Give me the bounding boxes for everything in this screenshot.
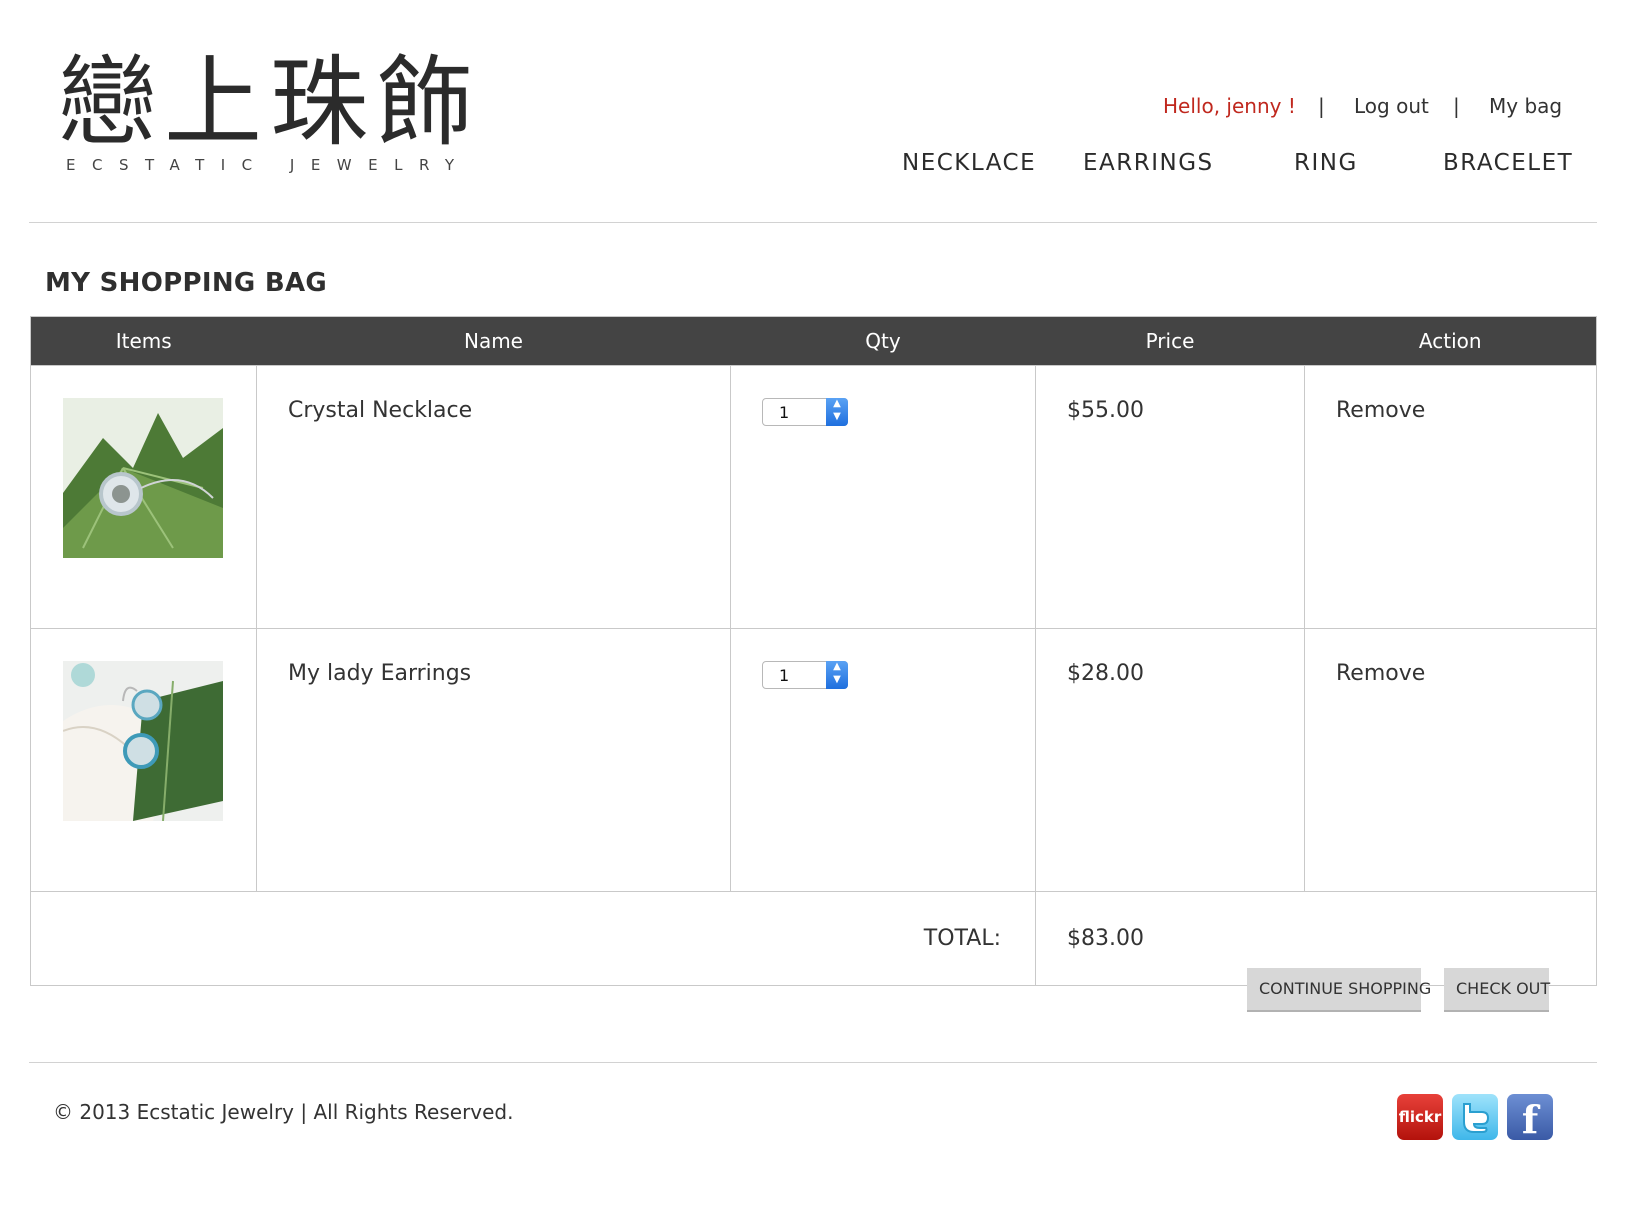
nav-bracelet[interactable]: BRACELET xyxy=(1443,150,1573,176)
nav-necklace[interactable]: NECKLACE xyxy=(902,150,1036,176)
logo-chinese[interactable]: 戀上珠飾 xyxy=(58,48,478,158)
stepper-icon[interactable]: ▲ ▼ xyxy=(826,661,848,689)
qty-value: 1 xyxy=(779,403,790,422)
facebook-icon[interactable]: f xyxy=(1507,1094,1553,1142)
logout-link[interactable]: Log out xyxy=(1354,94,1429,118)
header-price: Price xyxy=(1035,316,1305,366)
table-row: My lady Earrings 1 ▲ ▼ $28.00 Remove xyxy=(30,628,1597,892)
lady-earrings-photo[interactable] xyxy=(63,661,223,821)
check-out-button[interactable]: CHECK OUT xyxy=(1444,968,1550,1012)
copyright-text: © 2013 Ecstatic Jewelry | All Rights Res… xyxy=(53,1100,514,1124)
total-label: TOTAL: xyxy=(30,891,1036,986)
item-price: $28.00 xyxy=(1035,628,1305,892)
header-items: Items xyxy=(30,316,257,366)
nav-earrings[interactable]: EARRINGS xyxy=(1083,150,1214,176)
header-qty: Qty xyxy=(730,316,1036,366)
footer-divider xyxy=(29,1062,1597,1063)
twitter-icon[interactable] xyxy=(1452,1094,1498,1140)
logo-english[interactable]: ECSTATIC JEWELRY xyxy=(66,156,486,174)
header-action: Action xyxy=(1304,316,1597,366)
shopping-bag-table: Items Name Qty Price Action Crystal Neck… xyxy=(30,316,1597,986)
header-divider xyxy=(29,222,1597,223)
item-image-cell xyxy=(30,628,257,892)
nav-ring[interactable]: RING xyxy=(1294,150,1358,176)
item-price: $55.00 xyxy=(1035,365,1305,629)
table-header-row: Items Name Qty Price Action xyxy=(30,316,1597,366)
table-row: Crystal Necklace 1 ▲ ▼ $55.00 Remove xyxy=(30,365,1597,629)
greeting: Hello, jenny ! xyxy=(1163,94,1296,118)
qty-select[interactable]: 1 ▲ ▼ xyxy=(762,661,848,689)
item-image-cell xyxy=(30,365,257,629)
continue-shopping-button[interactable]: CONTINUE SHOPPING xyxy=(1247,968,1431,1012)
header-name: Name xyxy=(256,316,731,366)
twitter-bird-icon xyxy=(1463,1103,1490,1133)
flickr-icon[interactable]: flickr xyxy=(1397,1094,1443,1140)
qty-select[interactable]: 1 ▲ ▼ xyxy=(762,398,848,426)
separator: | xyxy=(1318,94,1325,118)
separator: | xyxy=(1453,94,1460,118)
stepper-icon[interactable]: ▲ ▼ xyxy=(826,398,848,426)
remove-link[interactable]: Remove xyxy=(1304,365,1597,629)
item-name: Crystal Necklace xyxy=(256,365,731,629)
qty-cell: 1 ▲ ▼ xyxy=(730,365,1036,629)
greeting-text: Hello, jenny ! xyxy=(1163,94,1296,120)
remove-link[interactable]: Remove xyxy=(1304,628,1597,892)
crystal-necklace-photo[interactable] xyxy=(63,398,223,558)
item-name: My lady Earrings xyxy=(256,628,731,892)
qty-value: 1 xyxy=(779,666,790,685)
page-title: MY SHOPPING BAG xyxy=(45,268,328,298)
my-bag-link[interactable]: My bag xyxy=(1489,94,1562,118)
qty-cell: 1 ▲ ▼ xyxy=(730,628,1036,892)
